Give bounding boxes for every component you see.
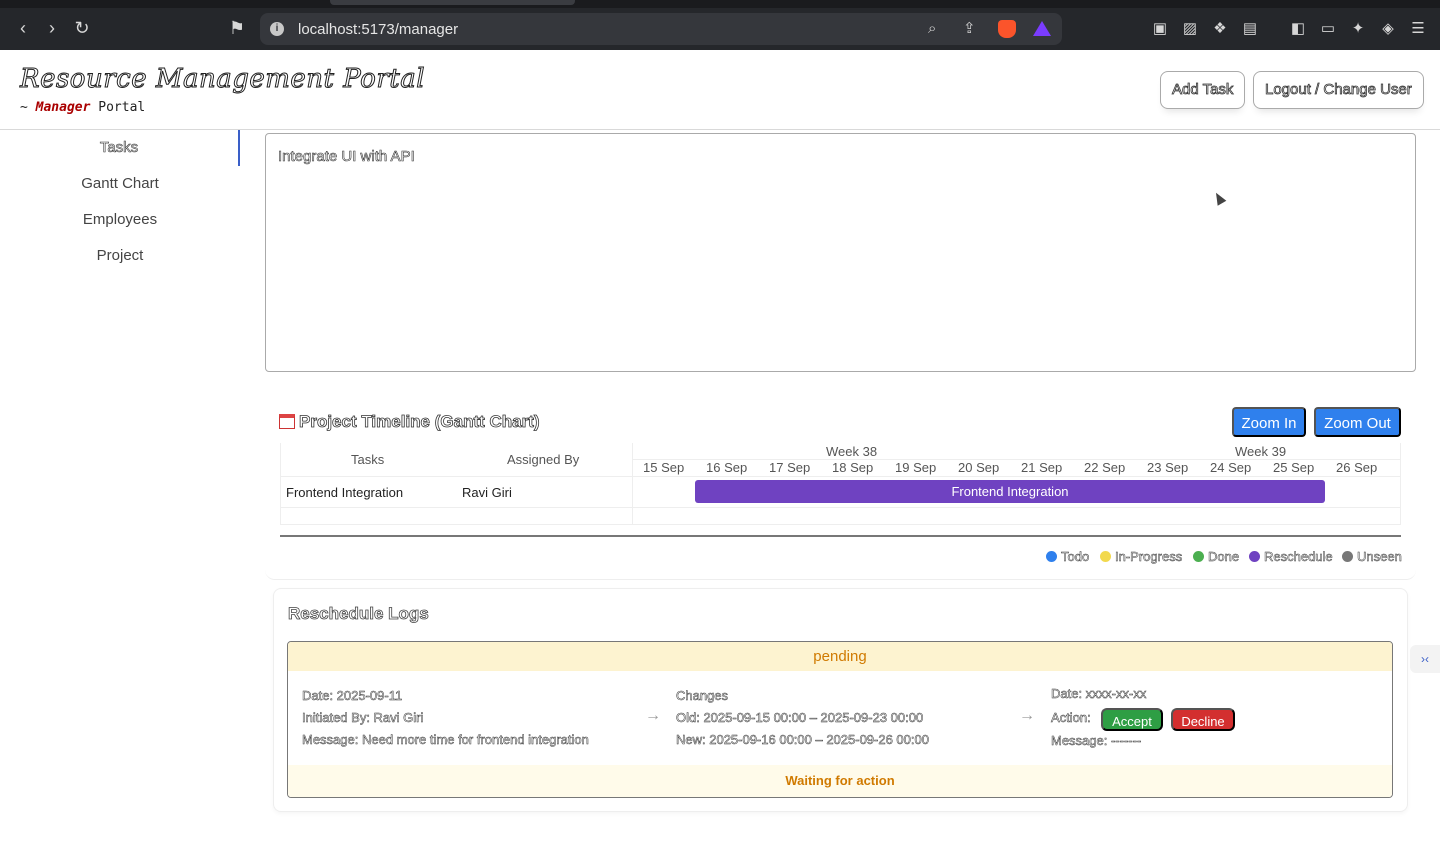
- log-initiated-by: Initiated By: Ravi Giri: [302, 710, 424, 726]
- gantt-week-label: Week 39: [1235, 444, 1287, 459]
- extension-s-icon[interactable]: ▣: [1151, 20, 1169, 38]
- legend-dot-icon: [1046, 551, 1057, 562]
- legend-unseen: Unseen: [1342, 549, 1402, 564]
- gantt-divider: [280, 535, 1401, 537]
- forward-icon[interactable]: ›: [41, 17, 63, 39]
- log-footer-status: Waiting for action: [288, 765, 1392, 797]
- brave-rewards-icon[interactable]: [1033, 21, 1051, 36]
- bookmark-icon[interactable]: ⚑: [226, 17, 248, 39]
- gantt-day-label: 19 Sep: [895, 460, 937, 475]
- gantt-header-divider: [281, 476, 1400, 477]
- gantt-title: Project Timeline (Gantt Chart): [279, 412, 540, 432]
- subtitle-role: Manager: [35, 100, 91, 115]
- site-info-icon[interactable]: i: [270, 22, 284, 36]
- gantt-task-name: Frontend Integration: [286, 485, 404, 500]
- arrow-right-icon: →: [645, 707, 661, 724]
- legend-dot-icon: [1100, 551, 1111, 562]
- log-response-date: Date: xxxx-xx-xx: [1051, 686, 1147, 702]
- sidebar: Tasks Gantt Chart Employees Project: [0, 130, 240, 844]
- gantt-day-label: 21 Sep: [1021, 460, 1063, 475]
- task-description-field[interactable]: Integrate UI with API: [265, 133, 1416, 372]
- arrow-right-icon: →: [1019, 707, 1035, 724]
- legend-dot-icon: [1249, 551, 1260, 562]
- legend-label: Todo: [1061, 549, 1090, 565]
- subtitle-prefix: ~: [20, 100, 28, 115]
- app-title: Resource Management Portal: [19, 64, 426, 95]
- legend-dot-icon: [1342, 551, 1353, 562]
- gantt-title-text: Project Timeline (Gantt Chart): [299, 412, 540, 432]
- leo-ai-icon[interactable]: ✦: [1349, 20, 1367, 38]
- gantt-col-tasks: Tasks: [351, 452, 385, 467]
- extensions-puzzle-icon[interactable]: ❖: [1211, 20, 1229, 38]
- sidebar-item-tasks[interactable]: Tasks: [0, 130, 240, 166]
- gantt-col-assigned-by: Assigned By: [507, 452, 580, 467]
- wallet-icon[interactable]: ▭: [1319, 20, 1337, 38]
- extension-image-icon[interactable]: ▨: [1181, 20, 1199, 38]
- browser-toolbar: ‹ › ↻ ⚑ i localhost:5173/manager ⌕ ⇪ ▣ ▨…: [0, 0, 1440, 50]
- sidebar-toggle-icon[interactable]: ◧: [1289, 20, 1307, 38]
- menu-icon[interactable]: ☰: [1409, 20, 1427, 38]
- legend-todo: Todo: [1046, 549, 1089, 564]
- decline-button[interactable]: Decline: [1171, 708, 1235, 731]
- back-icon[interactable]: ‹: [12, 17, 34, 39]
- reload-icon[interactable]: ↻: [71, 17, 93, 39]
- reschedule-logs-title: Reschedule Logs: [288, 604, 430, 624]
- log-changes-heading: Changes: [676, 688, 729, 704]
- gantt-day-label: 26 Sep: [1336, 460, 1378, 475]
- log-status: pending: [288, 642, 1392, 671]
- gantt-day-label: 16 Sep: [706, 460, 748, 475]
- legend-label: Done: [1208, 549, 1240, 565]
- tab-strip: [0, 0, 1440, 8]
- legend-label: In-Progress: [1115, 549, 1183, 565]
- calendar-icon: [279, 414, 295, 429]
- legend-done: Done: [1193, 549, 1239, 564]
- share-icon[interactable]: ⇪: [963, 21, 976, 37]
- legend-in-progress: In-Progress: [1100, 549, 1182, 564]
- subtitle-suffix: Portal: [98, 100, 146, 115]
- sidebar-item-project[interactable]: Project: [0, 247, 240, 264]
- reschedule-log-entry: pending Date: 2025-09-11 Initiated By: R…: [287, 641, 1393, 798]
- gantt-day-label: 15 Sep: [643, 460, 685, 475]
- gantt-day-label: 22 Sep: [1084, 460, 1126, 475]
- sidebar-item-employees[interactable]: Employees: [0, 211, 240, 228]
- legend-reschedule: Reschedule: [1249, 549, 1333, 564]
- legend-dot-icon: [1193, 551, 1204, 562]
- accept-button[interactable]: Accept: [1101, 708, 1163, 731]
- log-date: Date: 2025-09-11: [302, 688, 403, 704]
- gantt-assigned-by: Ravi Giri: [462, 485, 512, 500]
- gantt-day-label: 17 Sep: [769, 460, 811, 475]
- browser-tab[interactable]: [330, 0, 575, 5]
- zoom-icon[interactable]: ⌕: [928, 21, 936, 37]
- gantt-row-divider: [281, 507, 1400, 508]
- extension-search-icon[interactable]: ▤: [1241, 20, 1259, 38]
- gantt-day-label: 23 Sep: [1147, 460, 1189, 475]
- app-header: Resource Management Portal ~ Manager Por…: [0, 50, 1440, 130]
- gantt-day-label: 25 Sep: [1273, 460, 1315, 475]
- vpn-shield-icon[interactable]: ◈: [1379, 20, 1397, 38]
- url-text[interactable]: localhost:5173/manager: [298, 21, 458, 38]
- sidebar-item-gantt-chart[interactable]: Gantt Chart: [0, 175, 240, 192]
- log-old-range: Old: 2025-09-15 00:00 – 2025-09-23 00:00: [676, 710, 924, 726]
- legend-label: Unseen: [1357, 549, 1402, 565]
- logout-button[interactable]: Logout / Change User: [1253, 71, 1424, 109]
- gantt-task-bar[interactable]: Frontend Integration: [695, 480, 1325, 503]
- log-message: Message: Need more time for frontend int…: [302, 732, 589, 748]
- brave-shields-icon[interactable]: [998, 20, 1016, 38]
- gantt-week-label: Week 38: [826, 444, 878, 459]
- log-response-message: Message: -------: [1051, 733, 1142, 749]
- address-bar[interactable]: i localhost:5173/manager ⌕ ⇪: [260, 13, 1062, 45]
- log-new-range: New: 2025-09-16 00:00 – 2025-09-26 00:00: [676, 732, 929, 748]
- app-subtitle: ~ Manager Portal: [20, 100, 145, 115]
- zoom-in-button[interactable]: Zoom In: [1232, 407, 1306, 437]
- add-task-button[interactable]: Add Task: [1160, 71, 1246, 109]
- gantt-day-label: 20 Sep: [958, 460, 1000, 475]
- gantt-column-divider: [632, 443, 633, 524]
- gantt-grid: Tasks Assigned By Week 38 Week 39 15 Sep…: [280, 443, 1401, 525]
- legend-label: Reschedule: [1264, 549, 1333, 565]
- gantt-day-label: 24 Sep: [1210, 460, 1252, 475]
- log-action-label: Action:: [1051, 710, 1091, 726]
- zoom-out-button[interactable]: Zoom Out: [1314, 407, 1401, 437]
- gantt-day-label: 18 Sep: [832, 460, 874, 475]
- side-panel-toggle-icon[interactable]: ›‹: [1410, 645, 1440, 673]
